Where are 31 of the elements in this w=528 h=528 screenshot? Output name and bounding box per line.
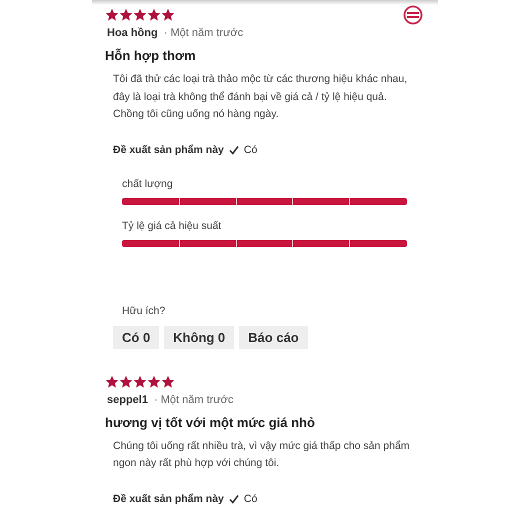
star-icon	[133, 374, 147, 388]
star-icon	[119, 374, 133, 388]
vote-button[interactable]: Có 0	[113, 326, 160, 348]
check-icon	[228, 494, 239, 504]
vote-button[interactable]: Báo cáo	[239, 326, 308, 348]
star-icon	[105, 374, 119, 388]
helpful-label: Hữu ích?	[122, 304, 166, 316]
rating-label: chất lượng	[122, 178, 174, 190]
check-icon	[228, 144, 239, 154]
star-icon	[147, 374, 161, 388]
recommend-label: Đề xuất sản phẩm này	[113, 144, 224, 156]
rating-label: Tỷ lệ giá cả hiệu suất	[122, 220, 222, 232]
review-date: · Một năm trước	[154, 394, 234, 406]
badge-icon	[403, 5, 423, 25]
review-text: Chúng tôi uống rất nhiều trà, vì vậy mức giá thấp cho sản phẩm ngon này rất phù hợp với chúng tôi.	[113, 438, 411, 471]
review-date: · Một năm trước	[164, 27, 244, 39]
star-icon	[119, 8, 133, 22]
review-title: hương vị tốt với một mức giá nhỏ	[105, 414, 316, 430]
star-icon	[161, 374, 175, 388]
vote-button[interactable]: Không 0	[164, 326, 234, 348]
star-icon	[105, 8, 119, 22]
review-text: Tôi đã thử các loại trà thảo mộc từ các thương hiệu khác nhau, đây là loại trà không thể đánh bại về giá cả / tỷ lệ hiệu quả. Chồng tôi cũng uống nó hàng ngày.	[113, 72, 408, 122]
recommend-value: Có	[244, 492, 258, 504]
recommend-label: Đề xuất sản phẩm này	[113, 492, 224, 504]
star-icon	[133, 8, 147, 22]
star-icon	[161, 8, 175, 22]
author-name: seppel1	[107, 394, 148, 406]
recommend-value: Có	[244, 144, 258, 156]
author-name: Hoa hồng	[107, 27, 158, 39]
star-icon	[147, 8, 161, 22]
review-title: Hỗn hợp thơm	[105, 48, 197, 63]
